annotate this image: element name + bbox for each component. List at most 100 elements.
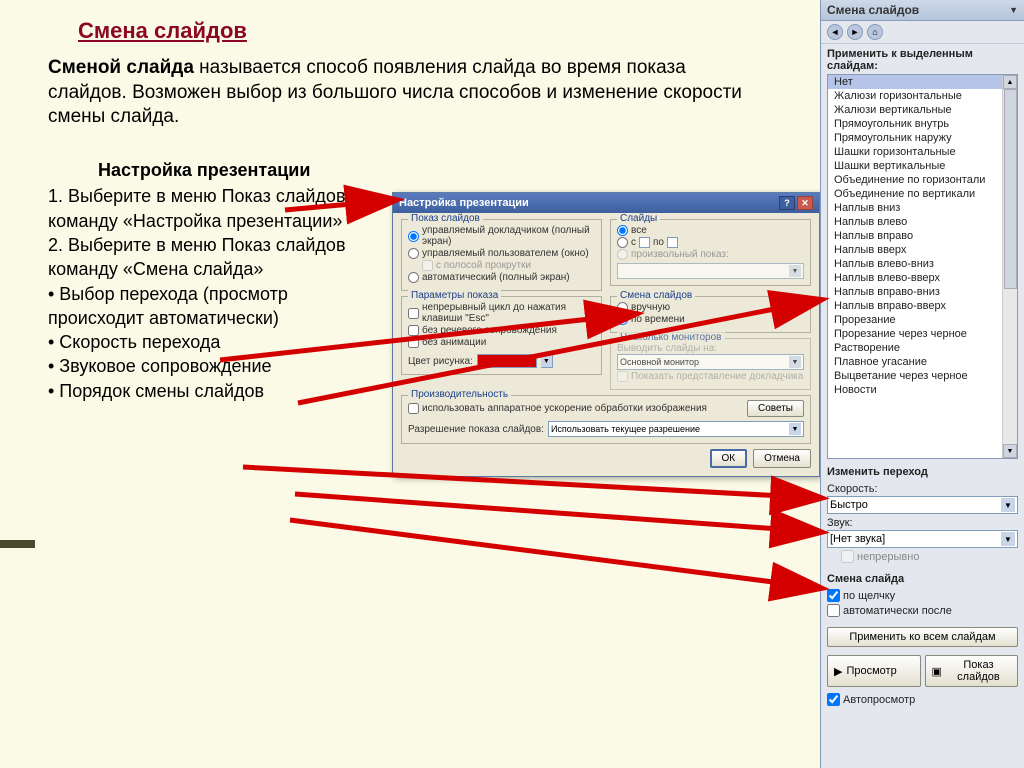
instructions: Настройка презентации 1. Выберите в меню… [48,158,368,403]
play-label: Просмотр [846,665,896,677]
show-type-legend: Показ слайдов [408,213,483,224]
check-on-click[interactable] [827,589,840,602]
pen-color-picker[interactable] [477,354,537,368]
check-hardware-accel[interactable] [408,403,419,414]
setup-show-dialog: Настройка презентации ? ✕ Показ слайдов … [392,192,820,477]
slides-legend: Слайды [617,213,660,224]
apply-to-all-button[interactable]: Применить ко всем слайдам [827,627,1018,647]
transition-item[interactable]: Выцветание через черное [828,369,1002,383]
scroll-down-icon[interactable]: ▼ [1003,444,1017,458]
scroll-thumb[interactable] [1004,89,1017,289]
check-loop[interactable] [408,308,419,319]
transition-item[interactable]: Нет [828,75,1002,89]
show-type-group: Показ слайдов управляемый докладчиком (п… [401,219,602,291]
transition-item[interactable]: Наплыв вверх [828,243,1002,257]
check-scrollbar [422,260,433,271]
cancel-button[interactable]: Отмена [753,449,811,468]
check-autopreview[interactable] [827,693,840,706]
transition-item[interactable]: Шашки вертикальные [828,159,1002,173]
pen-color-label: Цвет рисунка: [408,356,473,367]
check-animation-label: без анимации [422,337,486,348]
monitor-value: Основной монитор [620,357,699,367]
transition-item[interactable]: Наплыв вправо [828,229,1002,243]
chevron-down-icon[interactable]: ▼ [541,354,553,368]
radio-custom-show [617,249,628,260]
forward-icon[interactable]: ► [847,24,863,40]
scroll-up-icon[interactable]: ▲ [1003,75,1017,89]
transition-item[interactable]: Жалюзи вертикальные [828,103,1002,117]
transition-item[interactable]: Наплыв вправо-вниз [828,285,1002,299]
transition-item[interactable]: Объединение по горизонтали [828,173,1002,187]
radio-presenter[interactable] [408,231,419,242]
instruction-bullet: • Скорость перехода [48,330,368,354]
radio-kiosk[interactable] [408,272,419,283]
radio-all-slides[interactable] [617,225,628,236]
radio-timing[interactable] [617,314,628,325]
range-to-input[interactable] [667,237,678,248]
on-click-label: по щелчку [843,590,895,602]
chevron-down-icon[interactable]: ▼ [1009,5,1018,15]
radio-manual[interactable] [617,302,628,313]
transition-list[interactable]: НетЖалюзи горизонтальныеЖалюзи вертикаль… [827,74,1018,459]
radio-manual-label: вручную [631,302,670,313]
performance-group: Производительность использовать аппаратн… [401,395,811,444]
transition-item[interactable]: Растворение [828,341,1002,355]
scrollbar[interactable]: ▲ ▼ [1002,75,1017,458]
transition-item[interactable]: Новости [828,383,1002,397]
dialog-titlebar[interactable]: Настройка презентации ? ✕ [393,193,819,213]
transition-item[interactable]: Наплыв вправо-вверх [828,299,1002,313]
transition-item[interactable]: Наплыв влево-вверх [828,271,1002,285]
decorative-bar [0,540,35,548]
transition-item[interactable]: Жалюзи горизонтальные [828,89,1002,103]
home-icon[interactable]: ⌂ [867,24,883,40]
sound-dropdown[interactable]: [Нет звука] ▼ [827,530,1018,548]
transition-item[interactable]: Объединение по вертикали [828,187,1002,201]
intro-text: Сменой слайда называется способ появлени… [48,56,748,130]
check-auto-after[interactable] [827,604,840,617]
speed-dropdown[interactable]: Быстро▼ [827,496,1018,514]
range-from-label: с [631,237,636,248]
transition-item[interactable]: Шашки горизонтальные [828,145,1002,159]
auto-after-label: автоматически после [843,605,952,617]
radio-user[interactable] [408,248,419,259]
play-button[interactable]: ▶Просмотр [827,655,921,687]
slideshow-button[interactable]: ▣Показ слайдов [925,655,1019,687]
help-button[interactable]: ? [779,196,795,210]
radio-kiosk-label: автоматический (полный экран) [422,272,570,283]
chevron-down-icon: ▼ [1001,532,1015,546]
chevron-down-icon: ▼ [1001,498,1015,512]
sound-value: [Нет звука] [830,533,885,545]
radio-range[interactable] [617,237,628,248]
close-button[interactable]: ✕ [797,196,813,210]
advance-slide-label: Смена слайда [827,569,1018,587]
transition-item[interactable]: Плавное угасание [828,355,1002,369]
ok-button[interactable]: ОК [710,449,748,468]
resolution-value: Использовать текущее разрешение [551,424,700,434]
task-pane-title: Смена слайдов [827,3,919,17]
chevron-down-icon: ▼ [789,356,801,368]
tips-button[interactable]: Советы [747,400,804,417]
radio-all-label: все [631,225,647,236]
instruction-bullet: • Выбор перехода (просмотр происходит ав… [48,282,368,331]
monitors-group: Несколько мониторов Выводить слайды на: … [610,338,811,390]
transition-item[interactable]: Прямоугольник внутрь [828,117,1002,131]
transition-item[interactable]: Прорезание через черное [828,327,1002,341]
check-loop-sound [841,550,854,563]
transition-item[interactable]: Наплыв вниз [828,201,1002,215]
slideshow-label: Показ слайдов [946,659,1011,683]
resolution-dropdown[interactable]: Использовать текущее разрешение▼ [548,421,804,437]
check-animation[interactable] [408,337,419,348]
task-pane-header[interactable]: Смена слайдов ▼ [821,0,1024,21]
transition-item[interactable]: Наплыв влево [828,215,1002,229]
task-pane-toolbar: ◄ ► ⌂ [821,21,1024,44]
dialog-title-text: Настройка презентации [399,197,529,209]
transition-item[interactable]: Прямоугольник наружу [828,131,1002,145]
monitor-output-label: Выводить слайды на: [617,343,804,354]
check-presenter-view [617,371,628,382]
range-from-input[interactable] [639,237,650,248]
back-icon[interactable]: ◄ [827,24,843,40]
transition-item[interactable]: Наплыв влево-вниз [828,257,1002,271]
check-narration[interactable] [408,325,419,336]
autopreview-label: Автопросмотр [843,694,915,706]
transition-item[interactable]: Прорезание [828,313,1002,327]
